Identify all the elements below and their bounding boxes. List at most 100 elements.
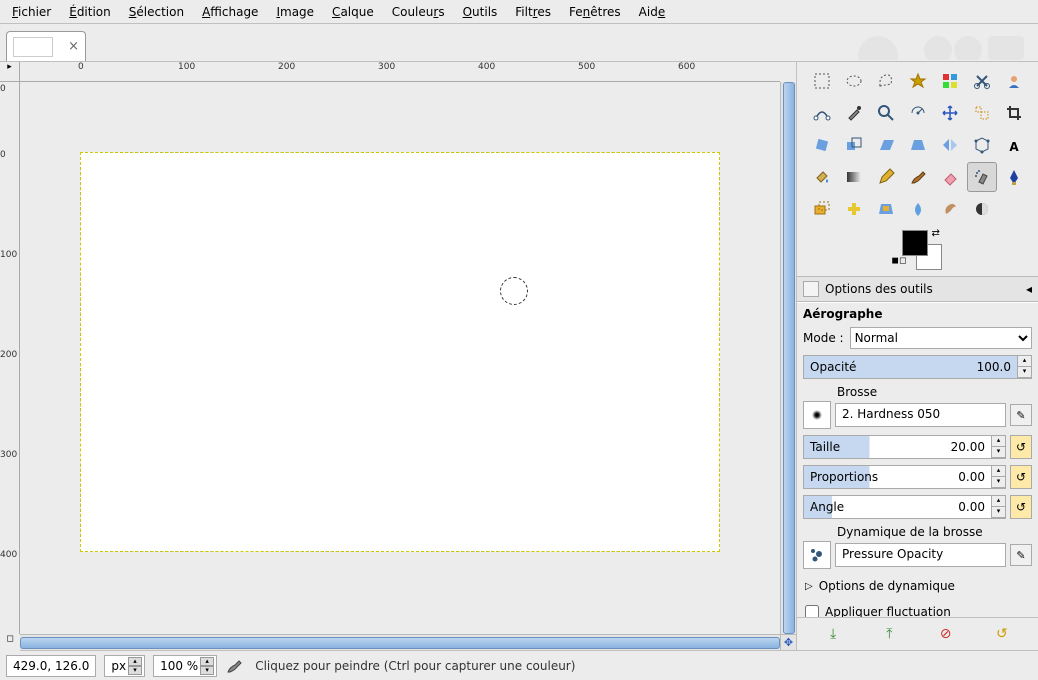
image-tab-row: ×	[0, 24, 1038, 62]
tool-crop[interactable]	[999, 98, 1029, 128]
right-dock: A ⇄ ◼◻ Options des outils ◂	[796, 62, 1038, 650]
brush-preview[interactable]	[803, 401, 831, 429]
tool-rect-select[interactable]	[807, 66, 837, 96]
tool-shear[interactable]	[871, 130, 901, 160]
brush-name-field[interactable]: 2. Hardness 050	[835, 403, 1006, 427]
tool-measure[interactable]	[903, 98, 933, 128]
menu-image[interactable]: Image	[268, 2, 322, 22]
ruler-origin[interactable]: ▸	[0, 62, 20, 82]
tool-perspective-clone[interactable]	[871, 194, 901, 224]
menu-calque[interactable]: Calque	[324, 2, 382, 22]
tool-free-select[interactable]	[871, 66, 901, 96]
angle-reset-icon[interactable]: ↺	[1010, 495, 1032, 519]
dynamics-label: Dynamique de la brosse	[837, 525, 1032, 539]
tool-options-tab[interactable]: Options des outils ◂	[797, 276, 1038, 302]
toolbox: A	[797, 62, 1038, 228]
tool-eraser[interactable]	[935, 162, 965, 192]
image-tab[interactable]: ×	[6, 31, 86, 61]
tool-blur[interactable]	[903, 194, 933, 224]
tool-scale[interactable]	[839, 130, 869, 160]
menu-selection[interactable]: Sélection	[121, 2, 192, 22]
dynamics-options-expander[interactable]: ▷ Options de dynamique	[803, 575, 1032, 597]
tool-text[interactable]: A	[999, 130, 1029, 160]
tool-align[interactable]	[967, 98, 997, 128]
foreground-color[interactable]	[902, 230, 928, 256]
tool-ellipse-select[interactable]	[839, 66, 869, 96]
size-slider[interactable]: Taille20.00 ▴▾	[803, 435, 1006, 459]
menubar: Fichier Édition Sélection Affichage Imag…	[0, 0, 1038, 24]
opacity-slider[interactable]: Opacité100.0 ▴▾	[803, 355, 1032, 379]
unit-select[interactable]: px▴▾	[104, 655, 145, 677]
tool-cage[interactable]	[967, 130, 997, 160]
paintbrush-icon	[225, 657, 243, 675]
menu-filtres[interactable]: Filtres	[507, 2, 559, 22]
navigation-icon[interactable]: ✥	[780, 634, 796, 650]
menu-fichier[interactable]: Fichier	[4, 2, 59, 22]
tool-heal[interactable]	[839, 194, 869, 224]
jitter-label: Appliquer fluctuation	[825, 605, 951, 617]
tool-by-color-select[interactable]	[935, 66, 965, 96]
ruler-horizontal[interactable]: 0 100 200 300 400 500 600	[20, 62, 780, 82]
tool-smudge[interactable]	[935, 194, 965, 224]
tab-thumbnail	[13, 37, 53, 57]
menu-affichage[interactable]: Affichage	[194, 2, 266, 22]
ruler-vertical[interactable]: 0 0 100 200 300 400	[0, 82, 20, 634]
mode-select[interactable]: Normal	[850, 327, 1032, 349]
tool-move[interactable]	[935, 98, 965, 128]
tool-blend[interactable]	[839, 162, 869, 192]
menu-outils[interactable]: Outils	[455, 2, 506, 22]
brush-label: Brosse	[837, 385, 1032, 399]
menu-aide[interactable]: Aide	[631, 2, 674, 22]
tool-clone[interactable]	[807, 194, 837, 224]
tool-scissors[interactable]	[967, 66, 997, 96]
cursor-coords: 429.0, 126.0	[6, 655, 96, 677]
swap-colors-icon[interactable]: ⇄	[932, 228, 940, 239]
menu-couleurs[interactable]: Couleurs	[384, 2, 453, 22]
opacity-down[interactable]: ▾	[1017, 367, 1031, 378]
options-footer: ⤓ ⤒ ⊘ ↺	[797, 617, 1038, 650]
tool-fuzzy-select[interactable]	[903, 66, 933, 96]
vertical-scrollbar[interactable]	[780, 82, 796, 634]
reset-tool-icon[interactable]: ↺	[992, 624, 1012, 644]
canvas-viewport[interactable]	[20, 82, 780, 634]
tool-pencil[interactable]	[871, 162, 901, 192]
save-preset-icon[interactable]: ⤓	[823, 624, 843, 644]
tool-airbrush[interactable]	[967, 162, 997, 192]
dynamics-preview[interactable]	[803, 541, 831, 569]
panel-menu-icon[interactable]: ◂	[1026, 282, 1032, 296]
dynamics-name-field[interactable]: Pressure Opacity	[835, 543, 1006, 567]
jitter-checkbox[interactable]	[805, 605, 819, 617]
tool-perspective[interactable]	[903, 130, 933, 160]
tool-color-picker[interactable]	[839, 98, 869, 128]
tool-paths[interactable]	[807, 98, 837, 128]
tool-dodge-burn[interactable]	[967, 194, 997, 224]
svg-text:A: A	[1009, 140, 1019, 154]
tool-bucket-fill[interactable]	[807, 162, 837, 192]
horizontal-scrollbar[interactable]	[20, 634, 780, 650]
restore-preset-icon[interactable]: ⤒	[879, 624, 899, 644]
ratio-reset-icon[interactable]: ↺	[1010, 465, 1032, 489]
angle-slider[interactable]: Angle0.00 ▴▾	[803, 495, 1006, 519]
menu-fenetres[interactable]: Fenêtres	[561, 2, 629, 22]
tool-ink[interactable]	[999, 162, 1029, 192]
brush-cursor	[500, 277, 528, 305]
ratio-slider[interactable]: Proportions0.00 ▴▾	[803, 465, 1006, 489]
tool-flip[interactable]	[935, 130, 965, 160]
tool-options-title: Options des outils	[825, 282, 933, 296]
close-icon[interactable]: ×	[68, 39, 79, 54]
opacity-up[interactable]: ▴	[1017, 356, 1031, 367]
zoom-select[interactable]: 100 %▴▾	[153, 655, 217, 677]
quick-mask-toggle[interactable]: ◻	[0, 634, 20, 654]
dynamics-edit-icon[interactable]: ✎	[1010, 544, 1032, 566]
tool-zoom[interactable]	[871, 98, 901, 128]
tool-foreground-select[interactable]	[999, 66, 1029, 96]
brush-edit-icon[interactable]: ✎	[1010, 404, 1032, 426]
tool-options-panel: Aérographe Mode : Normal Opacité100.0 ▴▾…	[797, 302, 1038, 617]
size-reset-icon[interactable]: ↺	[1010, 435, 1032, 459]
tool-rotate[interactable]	[807, 130, 837, 160]
default-colors-icon[interactable]: ◼◻	[892, 256, 907, 266]
menu-edition[interactable]: Édition	[61, 2, 119, 22]
delete-preset-icon[interactable]: ⊘	[936, 624, 956, 644]
tool-paintbrush[interactable]	[903, 162, 933, 192]
canvas[interactable]	[80, 152, 720, 552]
